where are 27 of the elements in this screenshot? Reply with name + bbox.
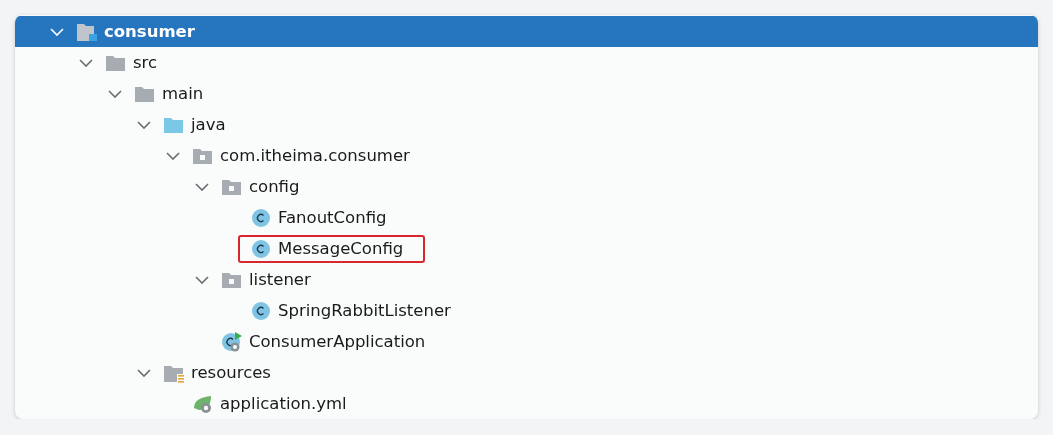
tree-item-label: ConsumerApplication — [249, 332, 426, 351]
tree-item-label: listener — [249, 270, 311, 289]
spring-config-icon — [192, 393, 214, 414]
tree-item-label: resources — [191, 363, 271, 382]
tree-item-label: MessageConfig — [278, 239, 404, 258]
module-folder-icon — [76, 21, 98, 42]
tree-item-label: main — [162, 84, 204, 103]
tree-item-label: config — [249, 177, 300, 196]
class-icon — [250, 238, 272, 259]
tree-item-label: consumer — [104, 22, 195, 41]
chevron-down-icon[interactable] — [108, 88, 122, 99]
chevron-down-icon[interactable] — [137, 367, 151, 378]
tree-item-label: java — [191, 115, 226, 134]
selected-tree-row[interactable]: consumer — [15, 16, 1038, 47]
runnable-class-icon — [221, 331, 243, 352]
tree-item-label: FanoutConfig — [278, 208, 387, 227]
chevron-down-icon[interactable] — [195, 181, 209, 192]
class-icon — [250, 300, 272, 321]
chevron-down-icon[interactable] — [79, 57, 93, 68]
tree-item-label: com.itheima.consumer — [220, 146, 410, 165]
tree-item-label: SpringRabbitListener — [278, 301, 451, 320]
tree-item-label: application.yml — [220, 394, 347, 413]
tree-item-label: src — [133, 53, 158, 72]
chevron-down-icon[interactable] — [195, 274, 209, 285]
chevron-down-icon[interactable] — [137, 119, 151, 130]
class-icon — [250, 207, 272, 228]
chevron-down-icon[interactable] — [166, 150, 180, 161]
